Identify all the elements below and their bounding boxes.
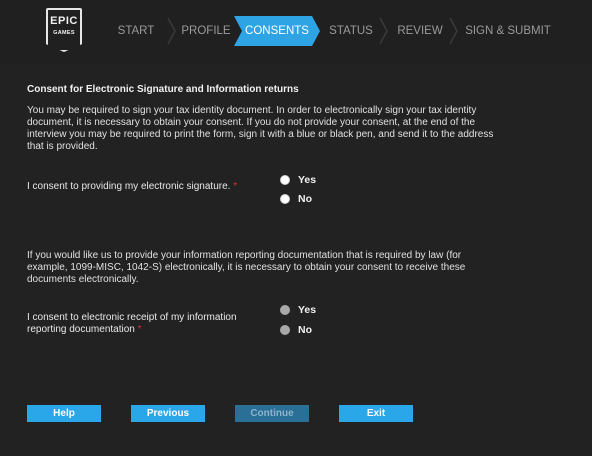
logo-text-games: GAMES: [53, 30, 75, 36]
chevron-right-icon: [378, 16, 388, 46]
radio-label-yes: Yes: [298, 304, 317, 316]
step-review[interactable]: REVIEW: [390, 16, 450, 46]
chevron-right-icon: [448, 16, 458, 46]
section-title: Consent for Electronic Signature and Inf…: [27, 84, 299, 95]
question2-text: I consent to electronic receipt of my in…: [27, 312, 237, 335]
step-profile[interactable]: PROFILE: [176, 16, 236, 46]
step-start[interactable]: START: [106, 16, 166, 46]
radio-label-no: No: [298, 324, 312, 336]
radio-electronic-receipt-no[interactable]: No: [280, 323, 312, 337]
radio-button-icon[interactable]: [280, 305, 290, 315]
top-header: EPIC GAMES START PROFILE CONSENTS STATUS…: [0, 0, 592, 64]
continue-button[interactable]: Continue: [235, 405, 309, 422]
required-mark: *: [137, 324, 142, 335]
question1-text: I consent to providing my electronic sig…: [27, 181, 231, 192]
exit-button[interactable]: Exit: [339, 405, 413, 422]
radio-label-yes: Yes: [298, 174, 317, 186]
required-mark: *: [233, 181, 238, 192]
logo-text-epic: EPIC: [50, 15, 78, 27]
epic-games-logo: EPIC GAMES: [46, 8, 82, 52]
radio-button-icon[interactable]: [280, 325, 290, 335]
intro-paragraph: You may be required to sign your tax ide…: [27, 105, 494, 152]
question1-label: I consent to providing my electronic sig…: [27, 181, 237, 193]
radio-button-icon[interactable]: [280, 194, 290, 204]
radio-consent-signature-no[interactable]: No: [280, 192, 312, 206]
previous-button[interactable]: Previous: [131, 405, 205, 422]
step-sign-submit[interactable]: SIGN & SUBMIT: [462, 16, 554, 46]
info-paragraph: If you would like us to provide your inf…: [27, 250, 466, 285]
step-status[interactable]: STATUS: [324, 16, 378, 46]
radio-electronic-receipt-yes[interactable]: Yes: [280, 303, 316, 317]
question2-label: I consent to electronic receipt of my in…: [27, 312, 257, 336]
radio-label-no: No: [298, 193, 312, 205]
radio-consent-signature-yes[interactable]: Yes: [280, 173, 316, 187]
radio-button-icon[interactable]: [280, 175, 290, 185]
help-button[interactable]: Help: [27, 405, 101, 422]
chevron-right-icon: [166, 16, 176, 46]
step-consents[interactable]: CONSENTS: [234, 16, 320, 46]
